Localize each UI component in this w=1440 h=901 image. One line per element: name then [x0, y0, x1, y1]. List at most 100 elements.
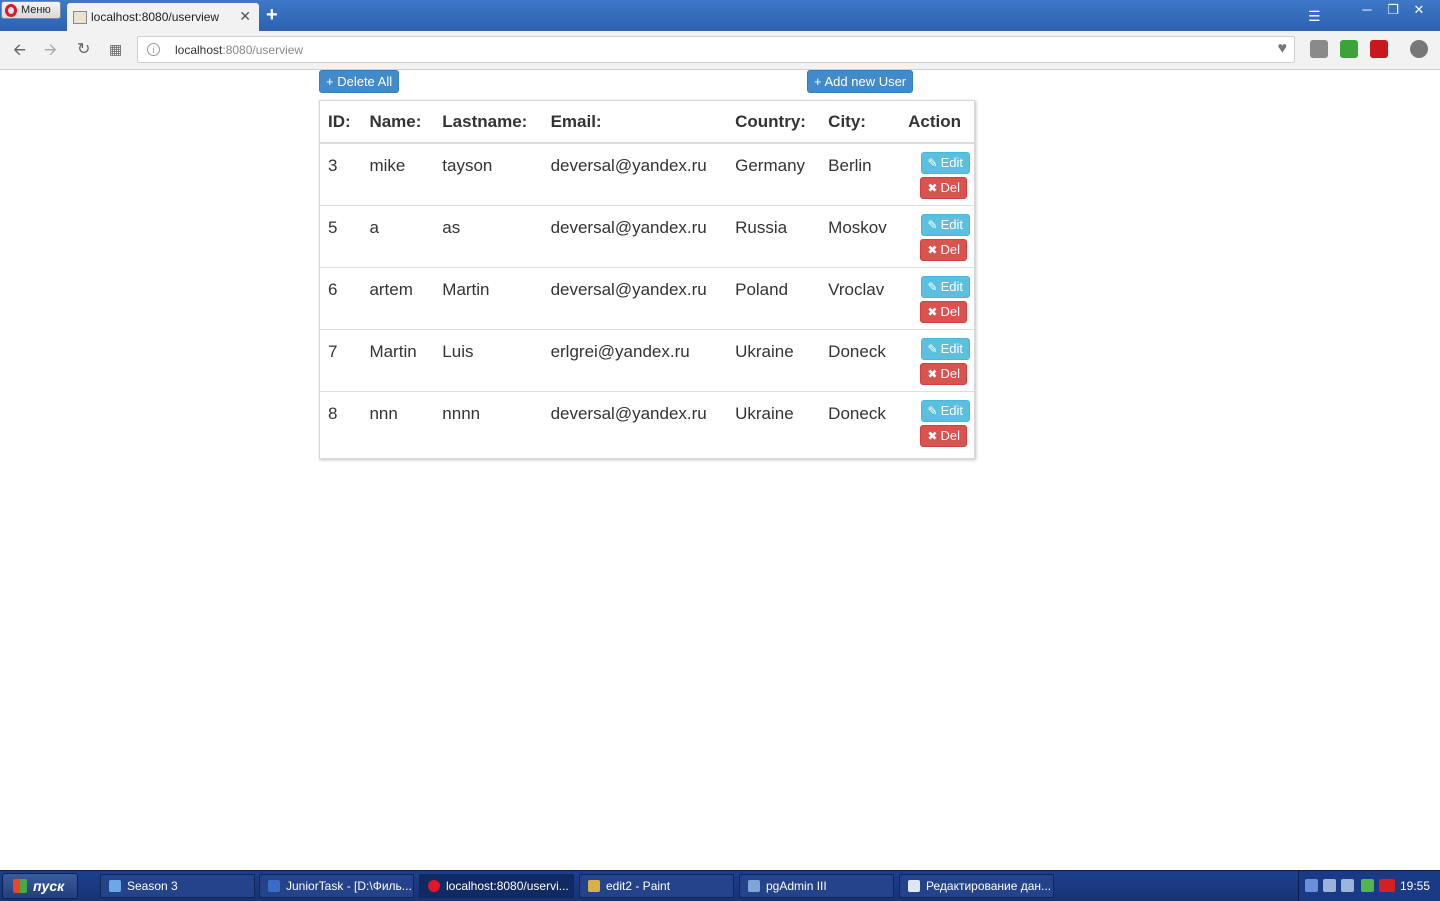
start-button[interactable]: пуск: [2, 873, 78, 899]
security-icon[interactable]: [1361, 879, 1374, 892]
edit-label: Edit: [940, 340, 963, 356]
cell-country: Ukraine: [727, 328, 821, 391]
delete-x-icon: ✖: [927, 242, 938, 257]
cell-lastname: nnnn: [434, 390, 543, 453]
restore-icon[interactable]: ❐: [1380, 0, 1406, 20]
edit-button[interactable]: ✎ Edit: [920, 213, 970, 236]
opera-icon: [428, 880, 440, 892]
site-info-icon[interactable]: i: [147, 43, 160, 56]
url-text[interactable]: localhost:8080/userview: [175, 43, 303, 57]
flash-icon[interactable]: [1370, 40, 1388, 58]
ublock-shield-icon[interactable]: [1310, 40, 1328, 58]
del-label: Del: [940, 303, 960, 319]
taskbar-item-label: Редактирование дан...: [926, 879, 1052, 893]
edit-label: Edit: [940, 278, 963, 294]
bookmark-heart-icon[interactable]: ♥: [1278, 40, 1288, 58]
cell-city: Doneck: [820, 328, 901, 391]
tab-menu-icon[interactable]: ☰: [1308, 8, 1321, 25]
cell-lastname: as: [434, 204, 543, 267]
taskbar-item-paint[interactable]: edit2 - Paint: [579, 874, 734, 898]
clock[interactable]: 19:55: [1400, 879, 1430, 893]
bluetooth-icon[interactable]: [1305, 879, 1318, 892]
minimize-icon[interactable]: ─: [1354, 0, 1380, 20]
windows-taskbar: пуск Season 3 JuniorTask - [D:\Филь... l…: [0, 870, 1440, 901]
ati-icon[interactable]: [1379, 879, 1395, 892]
browser-toolbar: 🡨 🡪 ↻ ▦ i localhost:8080/userview ♥: [0, 31, 1440, 70]
delete-x-icon: ✖: [927, 181, 938, 195]
back-arrow-icon[interactable]: 🡨: [13, 39, 26, 66]
taskbar-item-pgadmin[interactable]: pgAdmin III: [739, 874, 894, 898]
cell-name: nnn: [361, 390, 435, 453]
browser-tab-active[interactable]: localhost:8080/userview ✕: [67, 3, 259, 31]
column-header-lastname: Lastname:: [434, 101, 543, 144]
delete-button[interactable]: ✖ Del: [920, 362, 967, 385]
update-info-icon[interactable]: [1410, 40, 1428, 58]
add-new-user-button[interactable]: + Add new User: [807, 70, 914, 93]
network-icon[interactable]: [1323, 879, 1336, 892]
edit-label: Edit: [940, 155, 963, 170]
cell-action: ✎ Edit ✖ Del: [900, 266, 974, 329]
edit-button[interactable]: ✎ Edit: [920, 152, 970, 174]
edit-label: Edit: [940, 402, 963, 418]
column-header-country: Country:: [727, 101, 821, 144]
column-header-city: City:: [820, 101, 901, 144]
del-label: Del: [940, 365, 960, 381]
close-window-icon[interactable]: ✕: [1406, 0, 1432, 20]
window-controls: ─ ❐ ✕: [1354, 0, 1432, 20]
delete-all-button[interactable]: + Delete All: [319, 70, 400, 93]
url-path: :8080/userview: [222, 43, 304, 57]
column-header-name: Name:: [361, 101, 435, 144]
download-arrow-icon[interactable]: [1340, 40, 1358, 58]
taskbar-item-season3[interactable]: Season 3: [100, 874, 255, 898]
taskbar-item-editor[interactable]: Редактирование дан...: [899, 874, 1054, 898]
delete-button[interactable]: ✖ Del: [920, 177, 967, 199]
cell-action: ✎ Edit ✖ Del: [900, 204, 974, 267]
cell-email: deversal@yandex.ru: [542, 142, 728, 205]
cell-email: deversal@yandex.ru: [542, 266, 728, 329]
delete-x-icon: ✖: [927, 366, 938, 381]
system-tray: 19:55: [1298, 871, 1440, 901]
intellij-icon: [268, 880, 280, 892]
taskbar-item-label: localhost:8080/uservi...: [446, 879, 569, 893]
del-label: Del: [940, 241, 960, 257]
users-table-container: ID: Name: Lastname: Email: Country: City…: [319, 100, 975, 459]
edit-button[interactable]: ✎ Edit: [920, 399, 970, 422]
tab-close-icon[interactable]: ✕: [239, 8, 251, 25]
reload-icon[interactable]: ↻: [77, 39, 90, 59]
delete-button[interactable]: ✖ Del: [920, 238, 967, 261]
taskbar-item-label: Season 3: [127, 879, 178, 893]
taskbar-item-label: pgAdmin III: [766, 879, 827, 893]
cell-id: 6: [320, 266, 362, 329]
table-row: 6 artem Martin deversal@yandex.ru Poland…: [320, 266, 974, 329]
cell-city: Berlin: [820, 142, 901, 205]
cell-country: Ukraine: [727, 390, 821, 453]
network2-icon[interactable]: [1341, 879, 1354, 892]
start-label: пуск: [33, 878, 65, 894]
new-tab-button[interactable]: +: [266, 4, 278, 27]
edit-button[interactable]: ✎ Edit: [920, 337, 970, 360]
forward-arrow-icon[interactable]: 🡪: [44, 39, 57, 66]
browser-titlebar: Меню localhost:8080/userview ✕ + ☰ ─ ❐ ✕: [0, 0, 1440, 31]
taskbar-item-juniortask[interactable]: JuniorTask - [D:\Филь...: [259, 874, 414, 898]
taskbar-item-browser[interactable]: localhost:8080/uservi...: [419, 874, 574, 898]
delete-button[interactable]: ✖ Del: [920, 424, 967, 447]
cell-action: ✎ Edit ✖ Del: [900, 328, 974, 391]
address-bar[interactable]: i localhost:8080/userview ♥: [137, 36, 1295, 63]
opera-logo-icon: [5, 3, 17, 17]
cell-id: 3: [320, 142, 362, 205]
edit-pencil-icon: ✎: [927, 403, 938, 418]
del-label: Del: [940, 427, 960, 443]
taskbar-item-label: edit2 - Paint: [606, 879, 671, 893]
cell-lastname: Luis: [434, 328, 543, 391]
cell-country: Poland: [727, 266, 821, 329]
table-header-row: ID: Name: Lastname: Email: Country: City…: [320, 101, 974, 144]
edit-button[interactable]: ✎ Edit: [920, 275, 970, 298]
taskbar-item-label: JuniorTask - [D:\Филь...: [286, 879, 412, 893]
edit-pencil-icon: ✎: [927, 279, 938, 294]
cell-city: Moskov: [820, 204, 901, 267]
delete-button[interactable]: ✖ Del: [920, 300, 967, 323]
cell-name: mike: [361, 142, 435, 205]
opera-menu-button[interactable]: Меню: [1, 1, 61, 19]
table-row: 3 mike tayson deversal@yandex.ru Germany…: [320, 142, 974, 205]
speed-dial-grid-icon[interactable]: ▦: [109, 41, 122, 58]
